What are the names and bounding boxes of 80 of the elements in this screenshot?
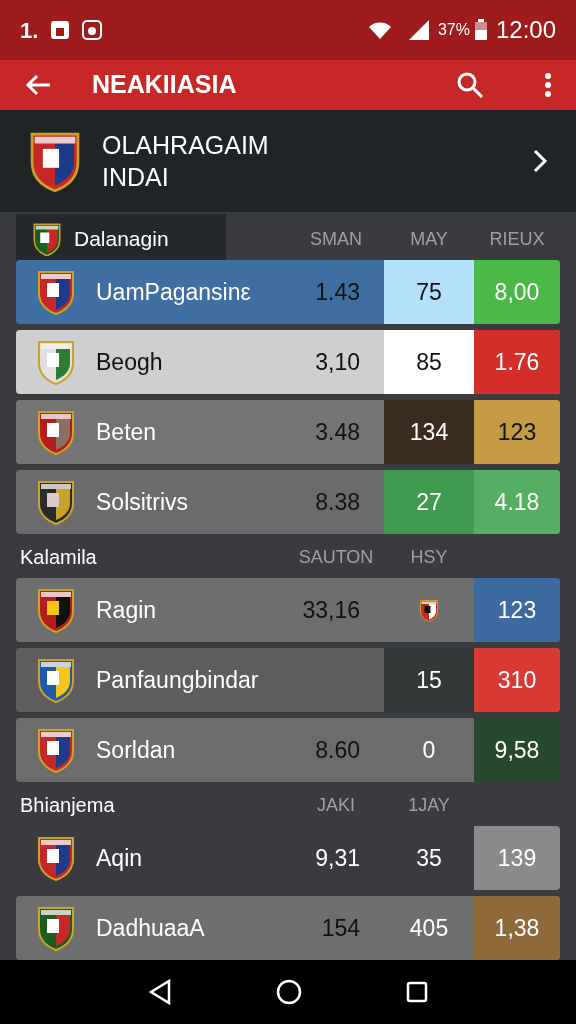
league-title: INDAI xyxy=(102,162,170,193)
league-header[interactable]: OLAHRAGAIM INDAI xyxy=(0,110,576,212)
column-header: SMAN xyxy=(309,227,363,251)
crest-icon xyxy=(36,905,76,951)
team-row[interactable]: Beogh 3,10 85 1.76 xyxy=(16,330,560,394)
crest-icon xyxy=(36,269,76,315)
stat-cell: 9,58 xyxy=(474,718,560,782)
section-tab[interactable]: Dalanagin xyxy=(16,214,226,264)
crest-icon xyxy=(36,727,76,773)
team-row[interactable]: Ragin 33,16 123 xyxy=(16,578,560,642)
stat-cell: 123 xyxy=(474,578,560,642)
crest-icon xyxy=(419,598,439,622)
stat-cell: 1.76 xyxy=(474,330,560,394)
notification-icon xyxy=(50,20,71,40)
column-header: HSY xyxy=(409,545,449,569)
crest-icon xyxy=(36,657,76,703)
stat-value: 33,16 xyxy=(302,595,360,625)
column-header: RIEUX xyxy=(488,227,546,251)
recents-nav-icon[interactable] xyxy=(406,981,428,1003)
stat-cell: 8,00 xyxy=(474,260,560,324)
back-nav-icon[interactable] xyxy=(148,979,172,1005)
crest-icon xyxy=(36,339,76,385)
team-name: Solsitrivs xyxy=(96,487,188,517)
stat-cell: 4.18 xyxy=(474,470,560,534)
stat-cell: 134 xyxy=(384,400,474,464)
stat-value: 9,31 xyxy=(315,843,360,873)
status-text: 1. xyxy=(20,16,39,45)
team-row[interactable]: Panfaungbindar 15 310 xyxy=(16,648,560,712)
more-icon[interactable] xyxy=(544,72,552,98)
column-header: JAKI xyxy=(316,793,356,817)
stat-cell: 123 xyxy=(474,400,560,464)
stat-cell: 27 xyxy=(384,470,474,534)
stat-cell: 15 xyxy=(384,648,474,712)
wifi-icon xyxy=(367,20,392,40)
back-icon[interactable] xyxy=(24,73,52,97)
search-icon[interactable] xyxy=(456,71,484,99)
crest-icon xyxy=(36,835,76,881)
team-row[interactable]: DadhuaaA 154 405 1,38 xyxy=(16,896,560,960)
team-name: Panfaungbindar xyxy=(96,665,259,695)
stat-cell: 139 xyxy=(474,826,560,890)
stat-cell: 85 xyxy=(384,330,474,394)
stat-cell: 1,38 xyxy=(474,896,560,960)
stat-value: 154 xyxy=(321,913,360,943)
stat-value: 8.38 xyxy=(315,487,360,517)
team-row[interactable]: Beten 3.48 134 123 xyxy=(16,400,560,464)
team-name: Beten xyxy=(96,417,157,447)
clock: 12:00 xyxy=(495,15,556,45)
section-title: Kalamila xyxy=(19,545,98,570)
team-row[interactable]: Solsitrivs 8.38 27 4.18 xyxy=(16,470,560,534)
section-title: Dalanagin xyxy=(74,226,169,253)
crest-icon xyxy=(36,587,76,633)
team-row[interactable]: UamPagansinε 1.43 75 8,00 xyxy=(16,260,560,324)
stat-value: 3,10 xyxy=(315,347,360,377)
stat-value: 1.43 xyxy=(315,277,360,307)
column-header: 1JAY xyxy=(407,793,451,817)
crest-icon xyxy=(36,479,76,525)
stat-value: 3.48 xyxy=(315,417,360,447)
team-name: DadhuaaA xyxy=(96,913,205,943)
home-nav-icon[interactable] xyxy=(276,979,302,1005)
signal-icon xyxy=(407,19,430,41)
column-header: SAUTON xyxy=(297,545,375,569)
chevron-right-icon xyxy=(532,148,548,174)
league-title: OLAHRAGAIM xyxy=(102,130,269,161)
team-name: Sorldan xyxy=(96,735,176,765)
section-title: Bhianjema xyxy=(19,793,116,818)
column-header: MAY xyxy=(409,227,449,251)
crest-icon xyxy=(32,221,62,257)
team-name: Ragin xyxy=(96,595,157,625)
notification-icon xyxy=(82,20,103,40)
stat-cell: 75 xyxy=(384,260,474,324)
team-name: Aqin xyxy=(96,843,143,873)
stat-cell: 310 xyxy=(474,648,560,712)
battery-icon xyxy=(473,19,488,41)
stat-value: 8.60 xyxy=(315,735,360,765)
battery-percent: 37% xyxy=(437,20,470,40)
toolbar-title: NEAKIIASIA xyxy=(92,69,237,101)
team-row[interactable]: Sorldan 8.60 0 9,58 xyxy=(16,718,560,782)
team-name: UamPagansinε xyxy=(96,277,251,307)
team-name: Beogh xyxy=(96,347,163,377)
crest-icon xyxy=(36,409,76,455)
